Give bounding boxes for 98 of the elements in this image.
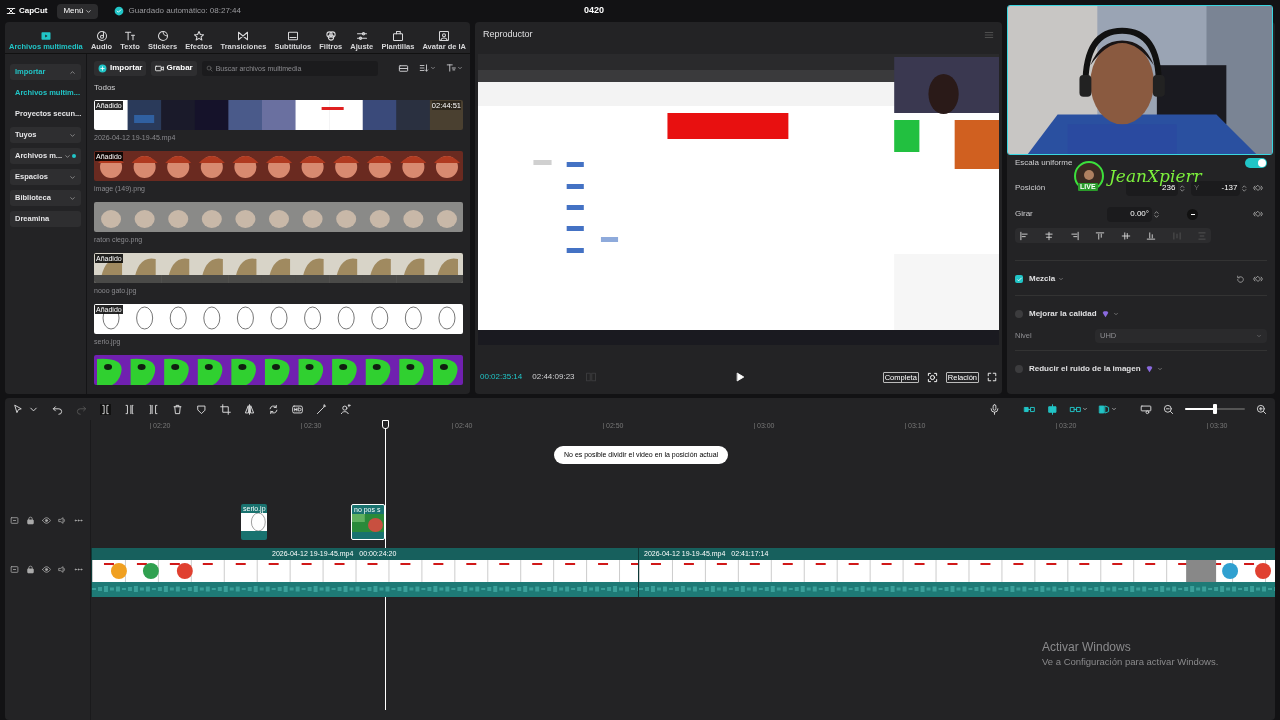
caret-icon <box>430 65 436 71</box>
split-left-icon[interactable] <box>124 403 135 415</box>
autosave-status: Guardado automático: 08:27:44 <box>128 5 241 17</box>
hd-icon[interactable] <box>292 403 303 415</box>
menu-button[interactable]: Menú <box>57 3 99 19</box>
caret-icon <box>1082 406 1088 412</box>
delete-icon[interactable] <box>172 403 183 415</box>
caret-down-icon <box>69 131 76 139</box>
text-filter-icon <box>446 63 456 73</box>
project-name: 0420 <box>584 4 605 17</box>
shield-icon[interactable] <box>196 403 207 415</box>
microphone-icon[interactable] <box>989 403 1000 415</box>
tab-icon <box>438 29 451 42</box>
lock-icon[interactable] <box>26 565 35 574</box>
caret-icon <box>85 7 93 15</box>
reset-icon[interactable] <box>1236 274 1245 284</box>
caret-down-icon <box>64 152 71 160</box>
caret-icon <box>1058 276 1065 282</box>
tab-icon <box>124 29 137 42</box>
select-icon[interactable] <box>13 403 24 415</box>
more-icon[interactable] <box>74 516 83 525</box>
undo-icon[interactable] <box>52 403 63 415</box>
import-button[interactable]: Importar <box>94 60 147 76</box>
section-title: Reducir el ruido de la imagen <box>1029 363 1141 375</box>
layout-icon[interactable] <box>398 62 409 74</box>
fullscreen-icon[interactable] <box>987 372 997 382</box>
cover-icon[interactable] <box>10 516 19 525</box>
list-icon <box>584 371 597 383</box>
rotation-field[interactable]: 0.00° <box>1107 206 1152 222</box>
caret-icon <box>1156 366 1163 372</box>
zoom-in-icon[interactable] <box>1256 403 1267 415</box>
tab-icon <box>324 29 337 42</box>
filter-button[interactable] <box>446 63 463 73</box>
property-label: Girar <box>1015 208 1034 220</box>
cover-icon[interactable] <box>10 565 19 574</box>
gem-icon <box>1144 364 1154 374</box>
app-logo: CapCut <box>19 5 48 17</box>
activation-title: Activar Windows <box>1042 639 1131 656</box>
section-title: Mezcla <box>1029 273 1056 285</box>
split-icon[interactable] <box>100 403 111 415</box>
play-icon[interactable] <box>734 372 745 382</box>
stepper-icon[interactable] <box>1240 182 1249 194</box>
split-right-icon[interactable] <box>148 403 159 415</box>
zoom-out-icon[interactable] <box>1163 403 1174 415</box>
rotation-dial[interactable] <box>1187 208 1198 220</box>
camera-icon <box>155 63 165 73</box>
stepper-icon[interactable] <box>1152 208 1161 220</box>
checkbox[interactable] <box>1015 365 1023 373</box>
total-time: 02:44:09:23 <box>532 371 575 383</box>
caret-down-icon <box>69 173 76 181</box>
tab-icon <box>355 29 368 42</box>
speaker-icon[interactable] <box>58 516 67 525</box>
magic-wand-icon[interactable] <box>316 403 327 415</box>
mirror-icon[interactable] <box>244 403 255 415</box>
logo-icon <box>6 6 16 16</box>
scan-icon[interactable] <box>926 371 938 383</box>
filter-label: Todos <box>94 82 117 94</box>
caret-icon <box>1111 406 1117 412</box>
crop-icon[interactable] <box>220 403 231 415</box>
tab-icon <box>237 29 250 42</box>
preview-icon[interactable] <box>1140 403 1152 415</box>
split-view-icon <box>1098 403 1111 415</box>
preview-axis-button[interactable] <box>1098 403 1117 415</box>
panel-title: Reproductor <box>483 28 533 42</box>
tab-icon <box>286 29 299 42</box>
eye-icon[interactable] <box>42 565 51 574</box>
tab-icon <box>192 29 205 42</box>
toggle-switch[interactable] <box>1245 158 1267 168</box>
caret-icon <box>457 65 463 71</box>
sort-button[interactable] <box>419 63 436 73</box>
align-icon[interactable] <box>1069 230 1080 241</box>
more-icon[interactable] <box>74 565 83 574</box>
gem-icon <box>1100 309 1110 319</box>
property-label: Escala uniforme <box>1015 157 1073 169</box>
caret-icon <box>1112 311 1119 317</box>
caret-down-icon <box>69 194 76 202</box>
eye-icon[interactable] <box>42 516 51 525</box>
speaker-icon[interactable] <box>58 565 67 574</box>
caret-icon <box>1256 333 1262 339</box>
section-title: Mejorar la calidad <box>1029 308 1097 320</box>
align-icon[interactable] <box>1044 230 1055 241</box>
slider-thumb[interactable] <box>1213 404 1217 414</box>
activation-message: Ve a Configuración para activar Windows. <box>1042 655 1219 669</box>
plus-icon <box>98 63 107 73</box>
tab-icon <box>39 29 52 42</box>
tab-icon <box>156 29 169 42</box>
tab-icon <box>391 29 404 42</box>
sort-icon <box>419 63 429 73</box>
record-button[interactable]: Grabar <box>151 60 197 76</box>
caret-up-icon <box>69 68 76 76</box>
rotate-icon[interactable] <box>268 403 279 415</box>
checkbox[interactable] <box>1015 310 1023 318</box>
tab-icon <box>95 29 108 42</box>
current-time: 00:02:35:14 <box>480 371 523 383</box>
lock-icon[interactable] <box>26 516 35 525</box>
check-circle-icon <box>114 6 125 16</box>
person-sparkle-icon[interactable] <box>340 403 351 415</box>
checkbox[interactable] <box>1015 275 1023 283</box>
